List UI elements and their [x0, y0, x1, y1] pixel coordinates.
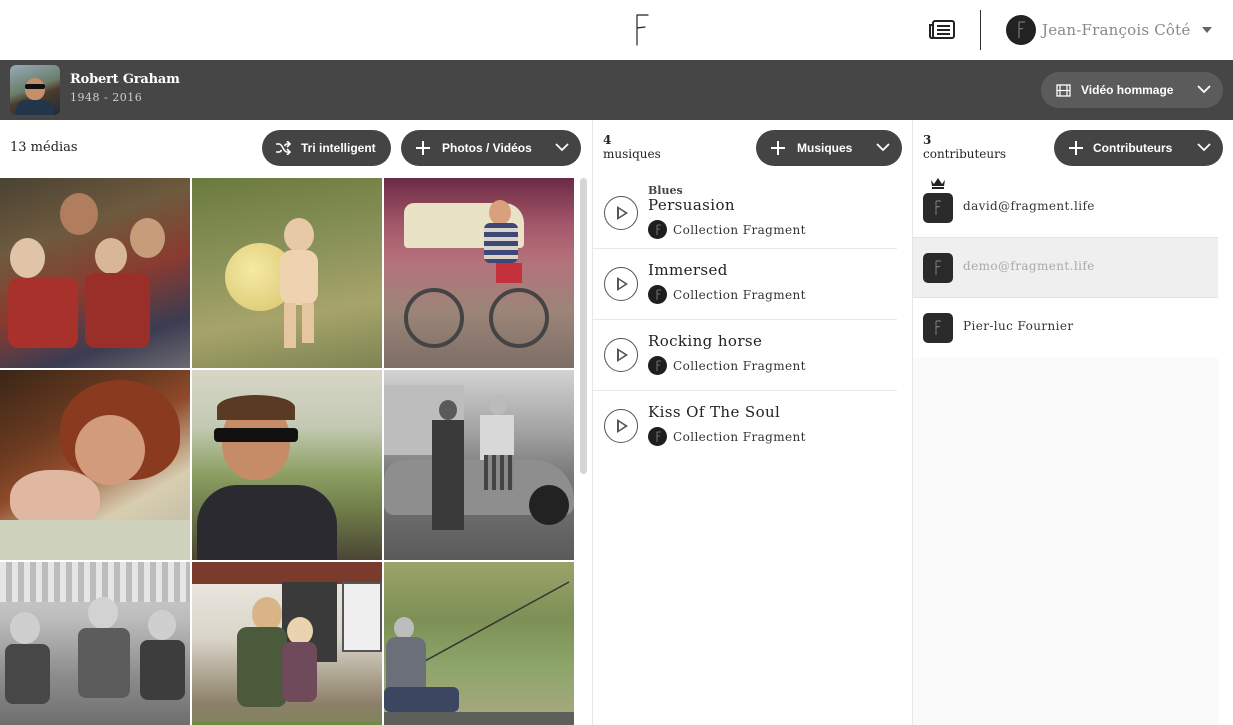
track-title: Kiss Of The Soul: [648, 403, 781, 421]
user-menu[interactable]: Jean-François Côté: [1006, 15, 1213, 45]
media-thumbnail[interactable]: [384, 370, 574, 560]
chevron-down-icon: [1197, 143, 1211, 152]
media-thumbnail[interactable]: [384, 562, 574, 725]
header-divider: [980, 10, 981, 50]
add-media-button[interactable]: Photos / Vidéos: [401, 130, 581, 166]
add-media-label: Photos / Vidéos: [442, 141, 532, 155]
profile-avatar: [10, 65, 60, 115]
media-thumbnail[interactable]: [192, 178, 382, 368]
plus-icon: [416, 141, 430, 155]
smart-sort-label: Tri intelligent: [301, 141, 376, 155]
caret-down-icon[interactable]: [1202, 27, 1213, 33]
film-icon: [1056, 83, 1071, 97]
play-icon[interactable]: [604, 409, 638, 443]
media-thumbnail[interactable]: [0, 562, 190, 725]
tribute-video-label: Vidéo hommage: [1081, 83, 1174, 97]
contributors-count-label: contributeurs: [923, 147, 1007, 161]
media-grid: [0, 178, 576, 725]
music-track[interactable]: Rocking horse Collection Fragment: [593, 320, 897, 391]
media-thumbnail[interactable]: [384, 178, 574, 368]
collection-label: Collection Fragment: [673, 358, 806, 373]
track-title: Persuasion: [648, 196, 735, 214]
contributor-row[interactable]: david@fragment.life: [913, 178, 1218, 238]
crown-icon: [931, 178, 945, 189]
collection-label: Collection Fragment: [673, 222, 806, 237]
play-icon[interactable]: [604, 267, 638, 301]
contributors-list: david@fragment.life demo@fragment.life P…: [913, 178, 1218, 725]
smart-sort-button[interactable]: Tri intelligent: [262, 130, 391, 166]
add-music-button[interactable]: Musiques: [756, 130, 902, 166]
collection-label: Collection Fragment: [673, 429, 806, 444]
music-count: 4: [603, 133, 612, 147]
chevron-down-icon: [1197, 85, 1211, 94]
media-count: 13 médias: [10, 140, 78, 155]
contributors-count: 3: [923, 133, 932, 147]
profile-name: Robert Graham: [70, 72, 180, 87]
music-count-block: 4 musiques: [603, 133, 661, 161]
media-thumbnail[interactable]: [192, 370, 382, 560]
fragment-logo-icon: [648, 285, 667, 304]
fragment-logo-icon: [648, 220, 667, 239]
plus-icon: [1069, 141, 1083, 155]
track-collection: Collection Fragment: [648, 285, 806, 304]
add-music-label: Musiques: [797, 141, 853, 155]
contributor-avatar: [923, 313, 953, 343]
contributor-avatar: [923, 253, 953, 283]
chevron-down-icon: [876, 143, 890, 152]
track-title: Immersed: [648, 261, 728, 279]
newspaper-icon[interactable]: [928, 19, 956, 41]
contributor-avatar: [923, 193, 953, 223]
track-collection: Collection Fragment: [648, 356, 806, 375]
play-icon[interactable]: [604, 196, 638, 230]
user-name: Jean-François Côté: [1042, 21, 1191, 39]
profile-band: Robert Graham 1948 - 2016 Vidéo hommage: [0, 60, 1233, 120]
fragment-logo[interactable]: [628, 13, 652, 47]
user-avatar: [1006, 15, 1036, 45]
chevron-down-icon: [555, 143, 569, 152]
fragment-logo-icon: [1018, 21, 1025, 38]
shuffle-icon: [275, 141, 291, 155]
music-track[interactable]: Blues Persuasion Collection Fragment: [593, 178, 897, 249]
media-scrollbar[interactable]: [580, 178, 587, 474]
track-title: Rocking horse: [648, 332, 763, 350]
media-thumbnail[interactable]: [0, 370, 190, 560]
track-collection: Collection Fragment: [648, 220, 806, 239]
track-collection: Collection Fragment: [648, 427, 806, 446]
contributor-row[interactable]: Pier-luc Fournier: [913, 298, 1218, 358]
fragment-logo-icon: [648, 427, 667, 446]
music-list: Blues Persuasion Collection Fragment Imm…: [593, 178, 897, 462]
top-bar: Jean-François Côté: [0, 0, 1233, 60]
contributor-name: demo@fragment.life: [963, 259, 1095, 273]
plus-icon: [771, 141, 785, 155]
music-track[interactable]: Immersed Collection Fragment: [593, 249, 897, 320]
media-thumbnail[interactable]: [0, 178, 190, 368]
profile-dates: 1948 - 2016: [70, 91, 143, 104]
tribute-video-button[interactable]: Vidéo hommage: [1041, 72, 1223, 108]
media-thumbnail[interactable]: [192, 562, 382, 725]
contributors-count-block: 3 contributeurs: [923, 133, 1006, 161]
fragment-logo-icon: [648, 356, 667, 375]
collection-label: Collection Fragment: [673, 287, 806, 302]
music-track[interactable]: Kiss Of The Soul Collection Fragment: [593, 391, 897, 462]
contributor-row[interactable]: demo@fragment.life: [913, 238, 1218, 298]
play-icon[interactable]: [604, 338, 638, 372]
add-contributor-label: Contributeurs: [1093, 141, 1173, 155]
contributor-name: Pier-luc Fournier: [963, 319, 1074, 333]
contributor-name: david@fragment.life: [963, 199, 1095, 213]
music-count-label: musiques: [603, 147, 661, 161]
add-contributor-button[interactable]: Contributeurs: [1054, 130, 1223, 166]
